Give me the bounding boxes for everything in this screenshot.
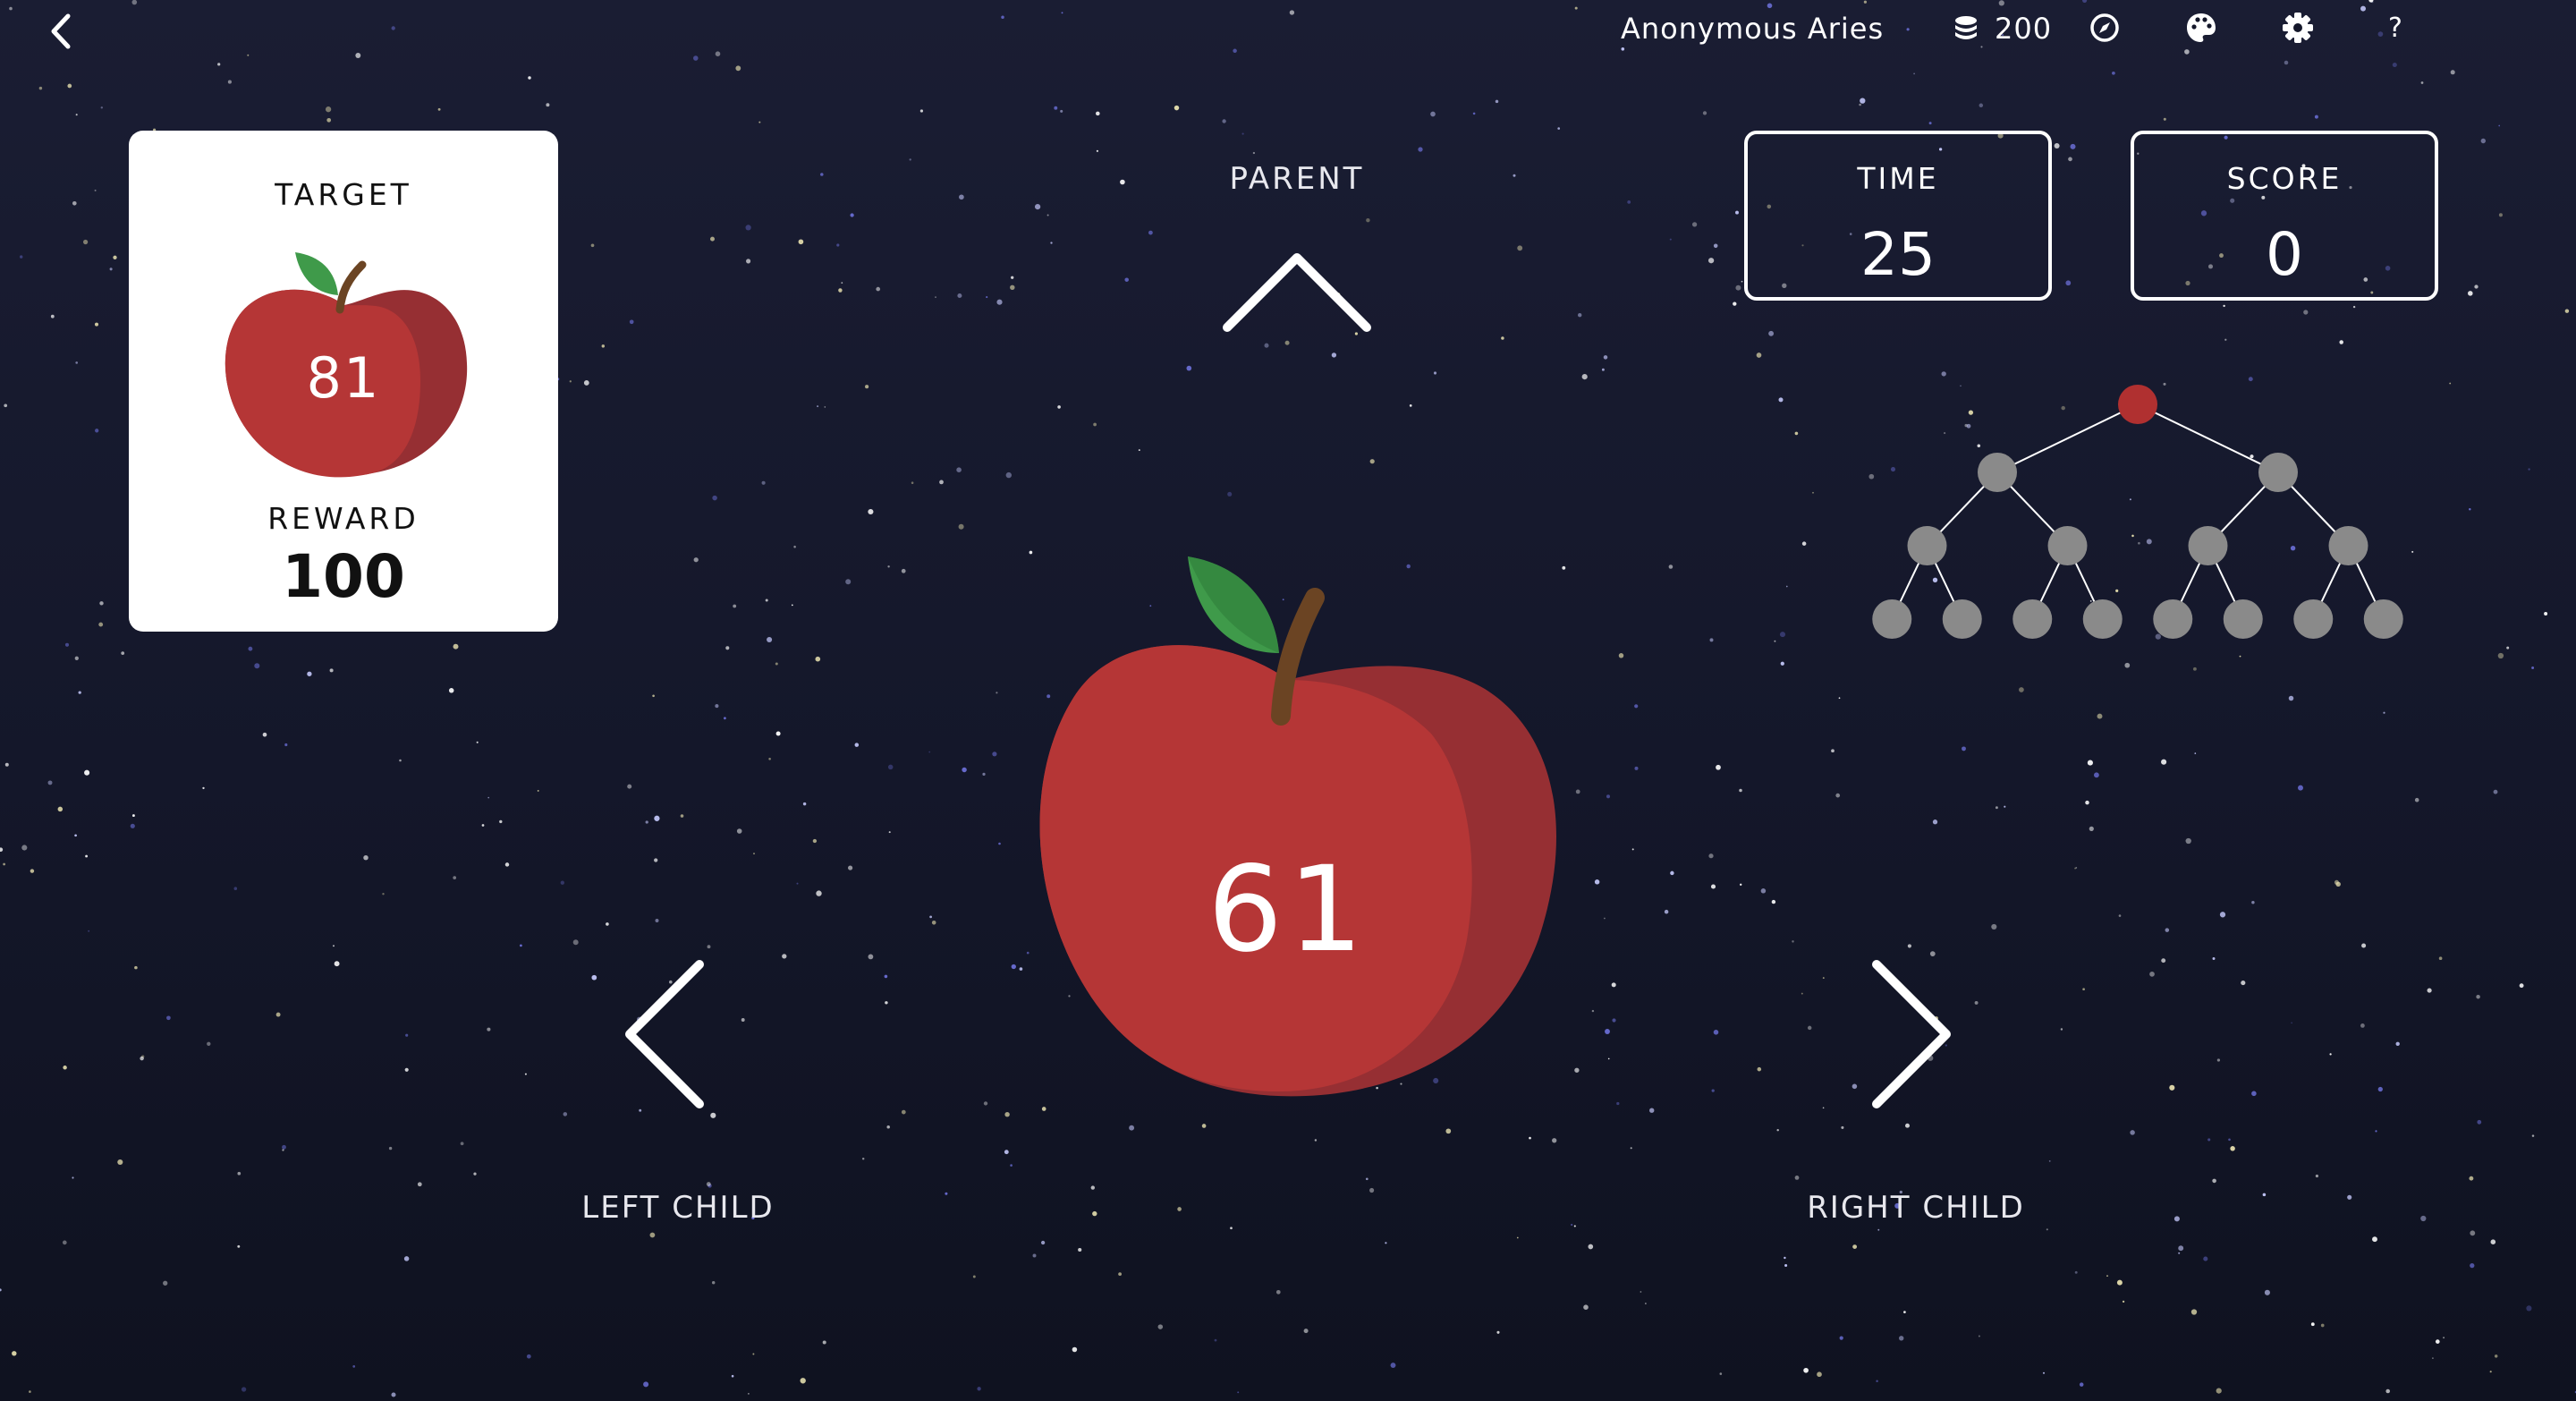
- tree-node: [1942, 599, 1982, 639]
- reward-value: 100: [282, 542, 405, 611]
- tree-edge: [2137, 403, 2279, 473]
- reward-label: REWARD: [267, 501, 419, 536]
- time-value: 25: [1860, 220, 1936, 289]
- parent-arrow-button[interactable]: [1216, 242, 1377, 340]
- gear-icon[interactable]: [2281, 11, 2315, 45]
- score-value: 0: [2266, 220, 2303, 289]
- tree-node: [2012, 599, 2053, 639]
- tree-node-current: [2118, 385, 2157, 424]
- coins-icon: [1955, 16, 1977, 39]
- player-name[interactable]: Anonymous Aries: [1621, 7, 1884, 50]
- tree-node: [2328, 526, 2368, 565]
- current-node-value: 61: [1208, 841, 1368, 979]
- tree-node: [2293, 599, 2334, 639]
- left-child-arrow-button[interactable]: [617, 954, 716, 1115]
- tree-node: [2363, 599, 2403, 639]
- parent-label: PARENT: [1229, 161, 1365, 197]
- coins-display: 200: [1950, 7, 2052, 50]
- target-value: 81: [306, 345, 381, 411]
- left-child-label: LEFT CHILD: [581, 1190, 775, 1226]
- back-icon[interactable]: [43, 9, 79, 54]
- tree-edge: [1996, 403, 2139, 473]
- tree-node: [2258, 453, 2298, 492]
- tree-node: [2047, 526, 2088, 565]
- coins-count: 200: [1995, 12, 2053, 46]
- tree-node: [2223, 599, 2263, 639]
- tree-node: [2188, 526, 2228, 565]
- help-button[interactable]: ?: [2388, 7, 2403, 50]
- time-box: TIME 25: [1744, 131, 2052, 301]
- target-card: TARGET 81 REWARD 100: [129, 131, 558, 632]
- tree-node: [1978, 453, 2017, 492]
- time-label: TIME: [1857, 161, 1939, 196]
- target-label: TARGET: [275, 177, 412, 212]
- top-bar: Anonymous Aries 200 ?: [1592, 0, 2576, 57]
- tree-minimap: [1872, 385, 2403, 639]
- score-label: SCORE: [2226, 161, 2343, 196]
- compass-icon[interactable]: [2089, 13, 2120, 43]
- tree-node: [1907, 526, 1947, 565]
- right-child-label: RIGHT CHILD: [1807, 1190, 2025, 1226]
- tree-node: [1872, 599, 1912, 639]
- tree-node: [2082, 599, 2123, 639]
- right-child-arrow-button[interactable]: [1860, 954, 1959, 1115]
- palette-icon[interactable]: [2184, 11, 2218, 45]
- score-box: SCORE 0: [2131, 131, 2438, 301]
- tree-node: [2153, 599, 2193, 639]
